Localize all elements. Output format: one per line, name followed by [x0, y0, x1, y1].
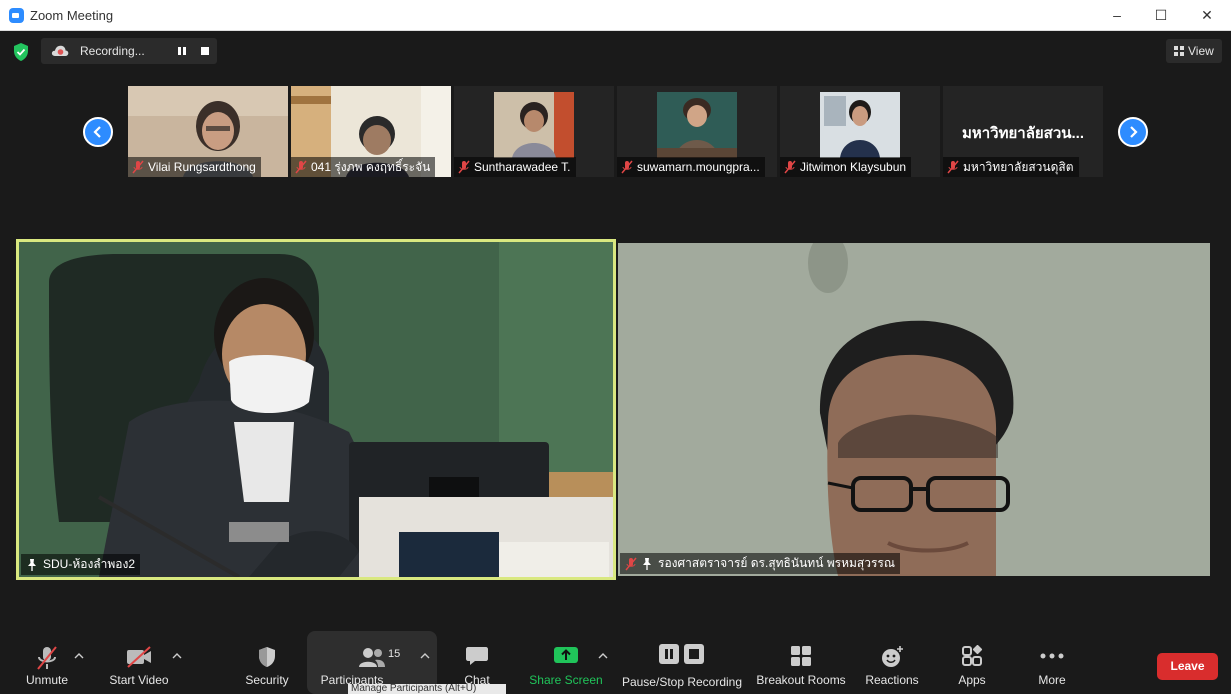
apps-label: Apps	[958, 673, 986, 687]
start-video-button[interactable]: Start Video	[104, 631, 174, 694]
reactions-label: Reactions	[865, 673, 919, 687]
audio-options-caret-icon[interactable]	[74, 653, 84, 659]
participant-thumbnail[interactable]: Vilai Rungsardthong	[128, 86, 288, 177]
video-off-icon	[127, 646, 151, 668]
muted-mic-icon	[295, 160, 307, 174]
recording-indicator: Recording...	[41, 38, 217, 64]
pause-stop-icon	[659, 644, 704, 664]
cloud-recording-icon	[51, 45, 69, 56]
unmute-label: Unmute	[25, 673, 69, 687]
participant-video	[19, 242, 613, 577]
participant-name: Jitwimon Klaysubun	[800, 160, 907, 174]
share-screen-icon	[554, 647, 578, 663]
pause-stop-recording-label: Pause/Stop Recording	[621, 675, 743, 689]
participant-name-tag: Jitwimon Klaysubun	[780, 157, 912, 177]
more-dots-icon	[1040, 653, 1064, 659]
video-options-caret-icon[interactable]	[172, 653, 182, 659]
participant-name: 041 รุ่งภพ คงฤทธิ์ระจัน	[311, 160, 431, 174]
chevron-right-icon	[1130, 126, 1138, 138]
muted-mic-icon	[784, 160, 796, 174]
breakout-rooms-icon	[791, 646, 811, 666]
participant-video	[618, 243, 1210, 576]
participants-icon	[359, 648, 385, 667]
muted-microphone-icon	[37, 646, 57, 670]
pause-recording-icon[interactable]	[174, 43, 190, 59]
participant-thumbnail[interactable]: Suntharawadee T.	[454, 86, 614, 177]
pause-stop-recording-button[interactable]: Pause/Stop Recording	[620, 631, 744, 694]
gallery-prev-button[interactable]	[83, 117, 113, 147]
pin-icon	[28, 559, 36, 571]
participants-options-caret-icon[interactable]	[420, 653, 430, 659]
chat-bubble-icon	[466, 647, 488, 665]
video-name-tag: SDU-ห้องลำพอง2	[21, 554, 141, 575]
stop-recording-icon[interactable]	[197, 43, 213, 59]
chevron-left-icon	[93, 126, 101, 138]
apps-button[interactable]: Apps	[950, 631, 994, 694]
participant-display-name: มหาวิทยาลัยสวน...	[961, 125, 1085, 142]
zoom-app-icon	[9, 8, 24, 23]
participant-name: Vilai Rungsardthong	[148, 160, 256, 174]
muted-mic-icon	[458, 160, 470, 174]
reactions-button[interactable]: Reactions	[862, 631, 922, 694]
grid-view-icon	[1174, 46, 1184, 56]
participant-name-tag: มหาวิทยาลัยสวนดุสิต	[943, 157, 1079, 177]
close-button[interactable]: ✕	[1184, 0, 1230, 31]
participant-name-tag: suwamarn.moungpra...	[617, 157, 765, 177]
share-screen-button[interactable]: Share Screen	[528, 631, 604, 694]
security-shield-icon	[259, 647, 275, 667]
recording-label: Recording...	[80, 44, 145, 58]
main-video-right[interactable]: รองศาสตราจารย์ ดร.สุทธินันทน์ พรหมสุวรรณ	[618, 243, 1210, 576]
start-video-label: Start Video	[109, 673, 169, 687]
muted-mic-icon	[132, 160, 144, 174]
gallery-next-button[interactable]	[1118, 117, 1148, 147]
title-bar: Zoom Meeting – ☐ ✕	[0, 0, 1231, 31]
video-name-tag: รองศาสตราจารย์ ดร.สุทธินันทน์ พรหมสุวรรณ	[620, 553, 900, 574]
breakout-rooms-label: Breakout Rooms	[756, 673, 846, 687]
main-video-left[interactable]: SDU-ห้องลำพอง2	[16, 239, 616, 580]
breakout-rooms-button[interactable]: Breakout Rooms	[754, 631, 848, 694]
share-screen-label: Share Screen	[529, 673, 603, 687]
muted-mic-icon	[621, 160, 633, 174]
minimize-button[interactable]: –	[1094, 0, 1140, 31]
participant-thumbnail[interactable]: Jitwimon Klaysubun	[780, 86, 940, 177]
participant-thumbnail[interactable]: มหาวิทยาลัยสวน... มหาวิทยาลัยสวนดุสิต	[943, 86, 1103, 177]
reaction-smiley-icon	[882, 646, 903, 667]
participant-thumbnail[interactable]: 041 รุ่งภพ คงฤทธิ์ระจัน	[291, 86, 451, 177]
muted-mic-icon	[625, 557, 637, 571]
participant-name: suwamarn.moungpra...	[637, 160, 760, 174]
leave-button[interactable]: Leave	[1157, 653, 1218, 680]
window-title: Zoom Meeting	[30, 8, 114, 23]
muted-mic-icon	[947, 160, 959, 174]
meeting-toolbar: Unmute Start Video Security 15 Participa…	[0, 631, 1231, 694]
participant-name: มหาวิทยาลัยสวนดุสิต	[963, 160, 1074, 174]
participant-name-tag: Vilai Rungsardthong	[128, 157, 261, 177]
apps-icon	[962, 645, 983, 666]
pin-icon	[643, 558, 651, 570]
participant-name-tag: 041 รุ่งภพ คงฤทธิ์ระจัน	[291, 157, 436, 177]
more-button[interactable]: More	[1030, 631, 1074, 694]
participants-tooltip: Manage Participants (Alt+U)	[348, 684, 506, 694]
more-label: More	[1038, 673, 1066, 687]
video-name: รองศาสตราจารย์ ดร.สุทธินันทน์ พรหมสุวรรณ	[658, 556, 895, 570]
security-button[interactable]: Security	[240, 631, 294, 694]
security-label: Security	[245, 673, 289, 687]
participant-name-tag: Suntharawadee T.	[454, 157, 576, 177]
participants-count: 15	[388, 648, 401, 660]
view-label: View	[1188, 44, 1214, 58]
participant-thumbnail[interactable]: suwamarn.moungpra...	[617, 86, 777, 177]
video-name: SDU-ห้องลำพอง2	[43, 557, 136, 571]
maximize-button[interactable]: ☐	[1138, 0, 1184, 31]
encryption-shield-icon[interactable]	[11, 42, 31, 62]
share-options-caret-icon[interactable]	[598, 653, 608, 659]
participant-name: Suntharawadee T.	[474, 160, 571, 174]
view-button[interactable]: View	[1166, 39, 1222, 63]
unmute-button[interactable]: Unmute	[18, 631, 76, 694]
